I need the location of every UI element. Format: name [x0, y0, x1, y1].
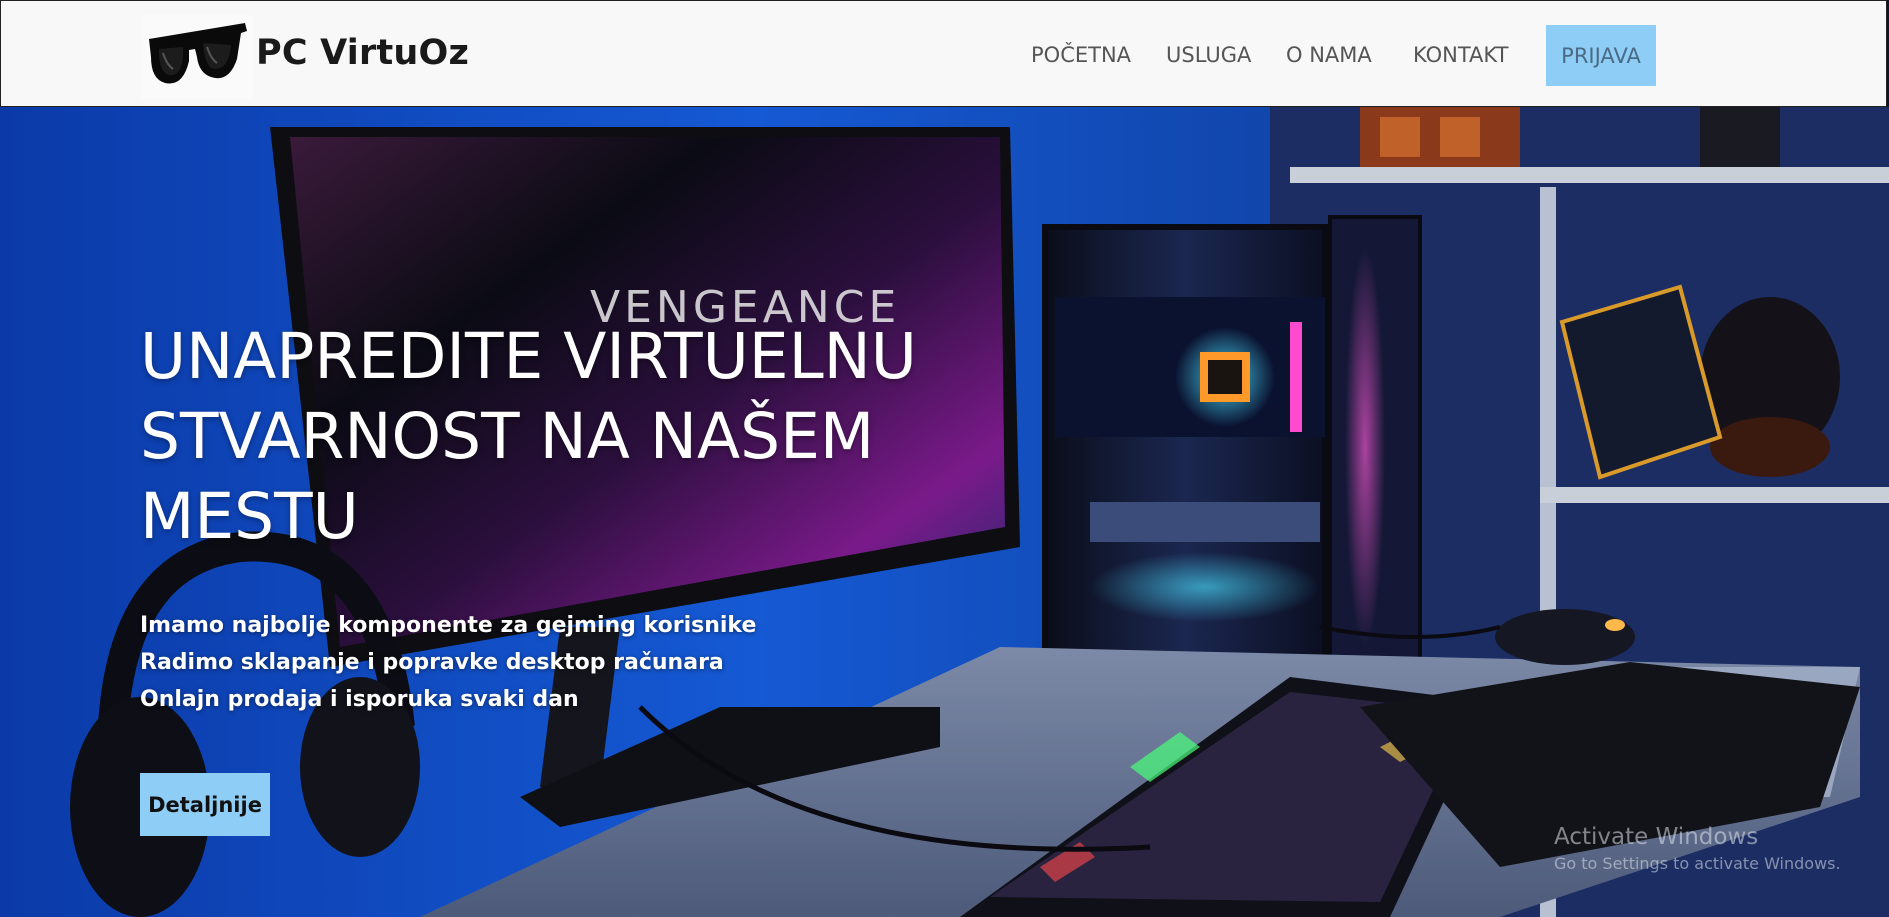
- hero-section: VENGEANCE UNAPREDITE VIRTUELNU STVARNOST…: [0, 107, 1889, 917]
- nav-link-o-nama[interactable]: O NAMA: [1286, 43, 1372, 67]
- nav-link-pocetna[interactable]: POČETNA: [1031, 43, 1131, 67]
- hero-feature-list: Imamo najbolje komponente za gejming kor…: [140, 607, 756, 718]
- nav-link-kontakt[interactable]: KONTAKT: [1413, 43, 1508, 67]
- hero-feature-line: Imamo najbolje komponente za gejming kor…: [140, 613, 757, 638]
- hero-feature-line: Onlajn prodaja i isporuka svaki dan: [140, 687, 579, 712]
- nav-link-usluga[interactable]: USLUGA: [1166, 43, 1251, 67]
- brand-name[interactable]: PC VirtuOz: [256, 33, 469, 73]
- login-button[interactable]: PRIJAVA: [1546, 25, 1656, 86]
- navbar: PC VirtuOz POČETNA USLUGA O NAMA KONTAKT…: [0, 0, 1887, 107]
- hero-feature-line: Radimo sklapanje i popravke desktop raču…: [140, 650, 724, 675]
- watermark-title: Activate Windows: [1554, 824, 1759, 850]
- watermark-subtitle: Go to Settings to activate Windows.: [1554, 854, 1841, 873]
- windows-activation-watermark: Activate Windows Go to Settings to activ…: [1554, 822, 1841, 876]
- sunglasses-icon: [149, 23, 247, 84]
- hero-title: UNAPREDITE VIRTUELNU STVARNOST NA NAŠEM …: [140, 320, 917, 553]
- page: PC VirtuOz POČETNA USLUGA O NAMA KONTAKT…: [0, 0, 1889, 917]
- details-button[interactable]: Detaljnije: [140, 773, 270, 836]
- logo[interactable]: [141, 15, 253, 99]
